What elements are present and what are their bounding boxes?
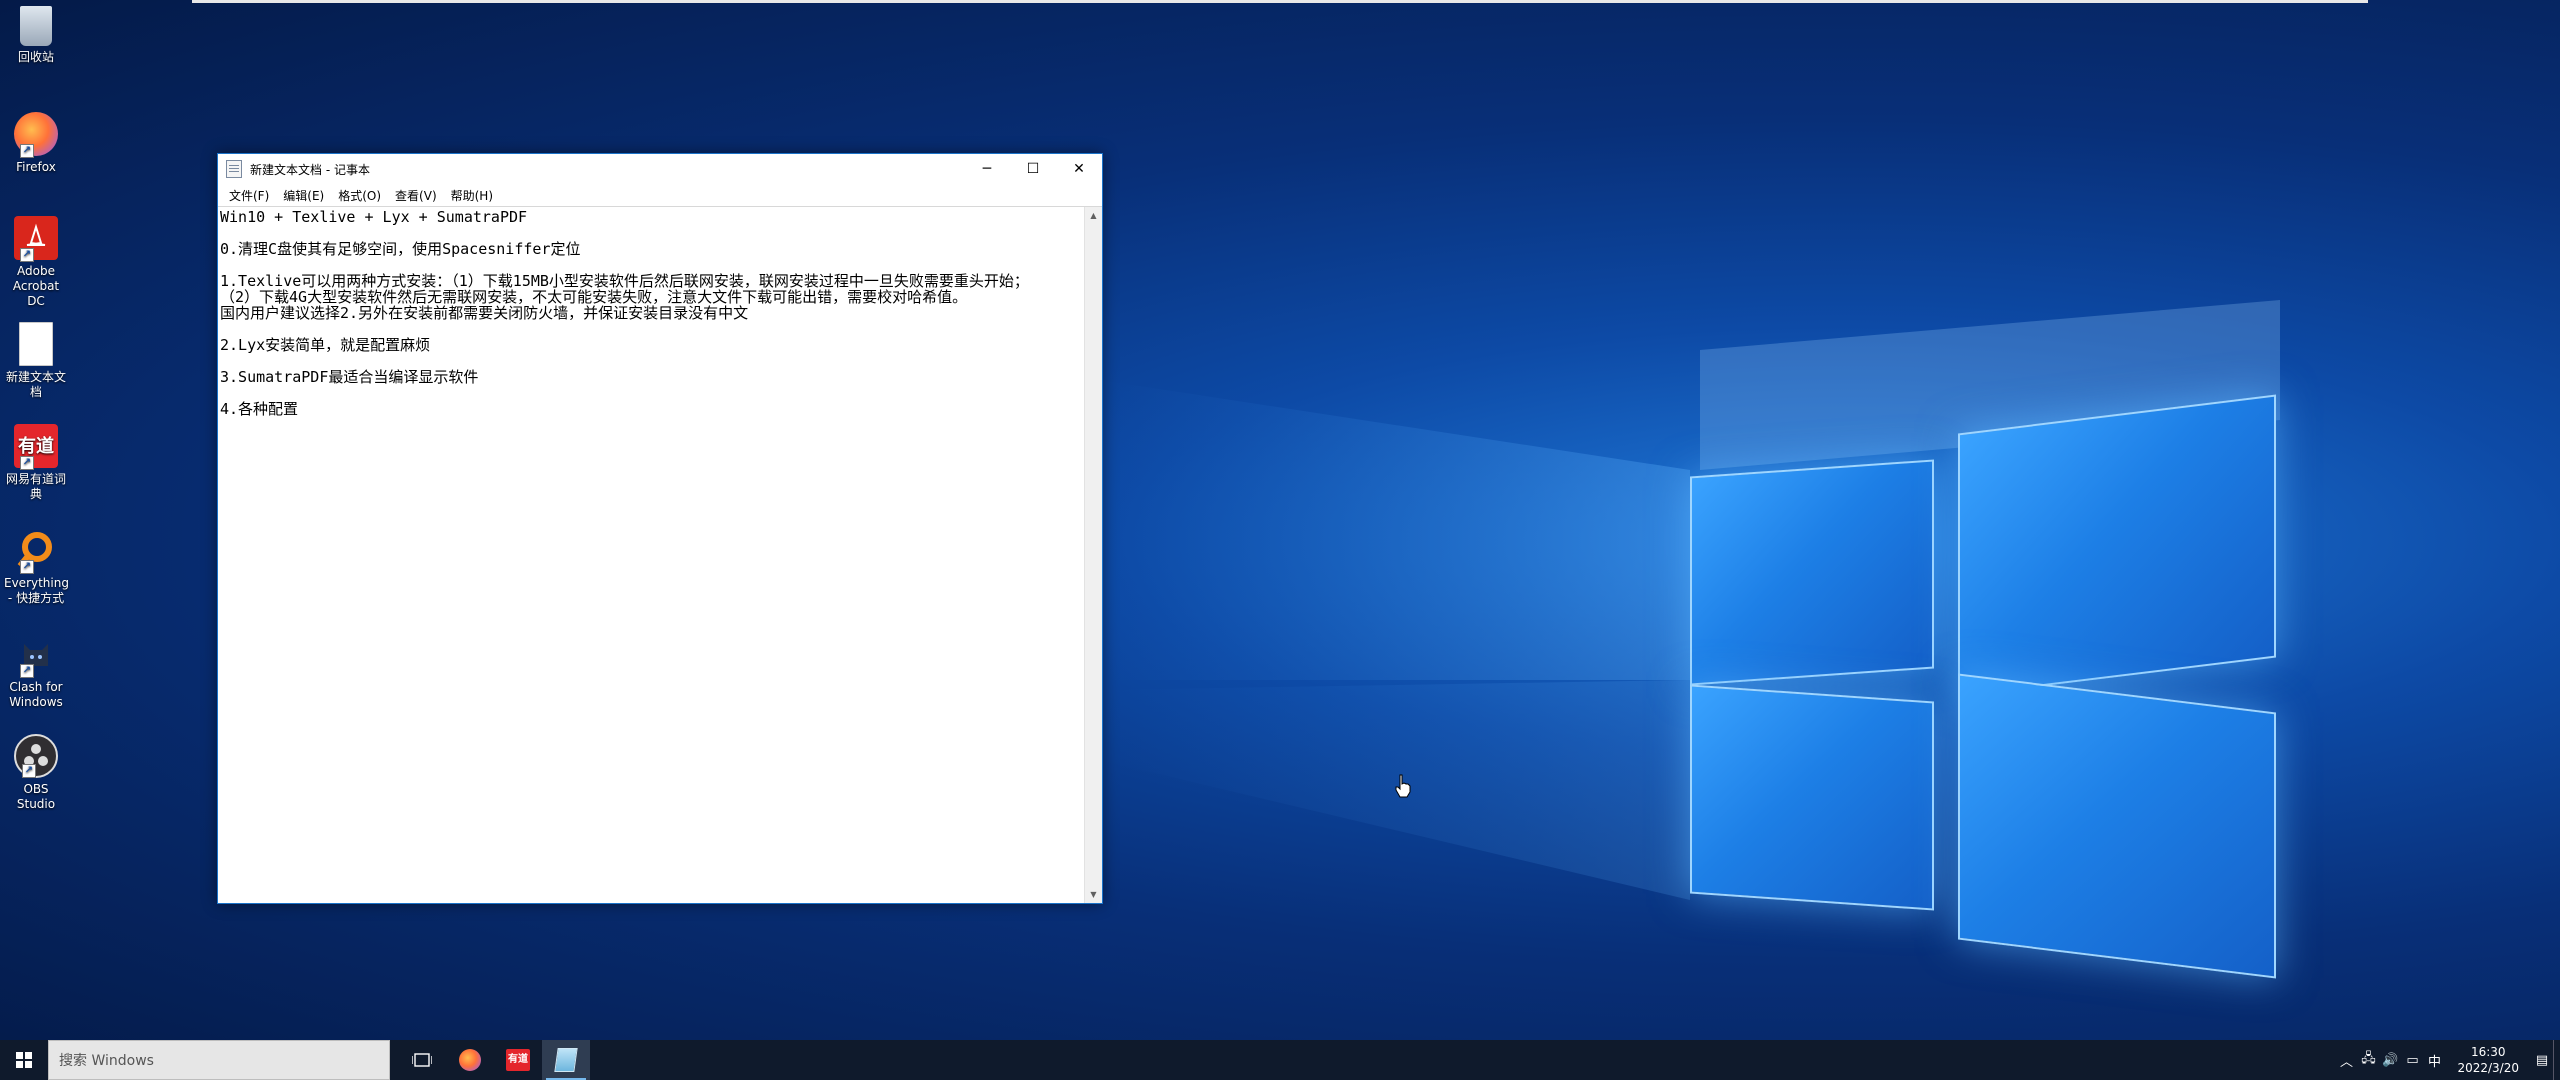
windows-start-icon bbox=[16, 1052, 32, 1068]
taskbar-search-box[interactable]: 搜索 Windows bbox=[48, 1040, 390, 1080]
start-button[interactable] bbox=[0, 1040, 48, 1080]
text-line bbox=[220, 353, 1084, 369]
text-line bbox=[220, 225, 1084, 241]
menu-view[interactable]: 查看(V) bbox=[388, 187, 444, 204]
desktop-icon-recycle-bin[interactable]: 回收站 bbox=[4, 6, 68, 65]
clock-date: 2022/3/20 bbox=[2457, 1061, 2519, 1075]
text-line: （2）下载4G大型安装软件然后无需联网安装，不太可能安装失败，注意大文件下载可能… bbox=[220, 288, 968, 306]
chevron-up-icon[interactable]: ︿ bbox=[2335, 1051, 2357, 1070]
notepad-window[interactable]: 新建文本文档 - 记事本 ─ ☐ ✕ 文件(F) 编辑(E) 格式(O) 查看(… bbox=[217, 153, 1103, 904]
notification-message-icon[interactable]: ▭ bbox=[2401, 1053, 2423, 1068]
network-icon[interactable]: 🖧 bbox=[2357, 1049, 2379, 1071]
desktop-icon-label: OBS Studio bbox=[16, 782, 56, 811]
close-icon: ✕ bbox=[1073, 161, 1085, 177]
system-tray: ︿ 🖧 🔊 ▭ 中 16:30 2022/3/20 ▤ bbox=[2335, 1040, 2560, 1080]
desktop-icon-label: 网易有道词典 bbox=[5, 472, 66, 501]
hand-cursor-icon bbox=[1395, 774, 1411, 798]
text-file-icon bbox=[19, 322, 53, 366]
desktop-icon-label: Adobe Acrobat DC bbox=[12, 264, 60, 308]
text-line: 国内用户建议选择2.另外在安装前都需要关闭防火墙，并保证安装目录没有中文 bbox=[220, 304, 749, 322]
menu-format[interactable]: 格式(O) bbox=[331, 187, 388, 204]
text-line bbox=[220, 321, 1084, 337]
youdao-icon: 有道 bbox=[506, 1049, 530, 1071]
windows-logo-pane bbox=[1690, 684, 1934, 911]
text-line: 4.各种配置 bbox=[220, 400, 299, 418]
youdao-badge-text: 有道 bbox=[508, 1054, 528, 1065]
text-line: Win10 + Texlive + Lyx + SumatraPDF bbox=[220, 209, 528, 226]
firefox-icon bbox=[459, 1049, 481, 1071]
windows-logo-pane bbox=[1690, 459, 1934, 686]
scroll-down-icon[interactable]: ▼ bbox=[1085, 886, 1102, 903]
top-edge-bar bbox=[192, 0, 2368, 3]
notepad-menu-bar: 文件(F) 编辑(E) 格式(O) 查看(V) 帮助(H) bbox=[218, 184, 1102, 206]
desktop-icon-acrobat[interactable]: ↗ Adobe Acrobat DC bbox=[4, 216, 68, 309]
notepad-text[interactable]: Win10 + Texlive + Lyx + SumatraPDF 0.清理C… bbox=[220, 209, 1084, 903]
menu-file[interactable]: 文件(F) bbox=[222, 187, 276, 204]
desktop-icon-everything[interactable]: ↗ Everything - 快捷方式 bbox=[4, 528, 69, 606]
desktop-icon-label: 回收站 bbox=[17, 50, 54, 64]
notepad-title-bar[interactable]: 新建文本文档 - 记事本 ─ ☐ ✕ bbox=[218, 154, 1102, 184]
windows-logo-pane bbox=[1958, 673, 2276, 979]
text-line: 0.清理C盘使其有足够空间，使用Spacesniffer定位 bbox=[220, 240, 581, 258]
text-line: 3.SumatraPDF最适合当编译显示软件 bbox=[220, 368, 479, 386]
menu-edit[interactable]: 编辑(E) bbox=[276, 187, 331, 204]
acrobat-icon: ↗ bbox=[14, 216, 58, 262]
action-center-icon[interactable]: ▤ bbox=[2531, 1053, 2553, 1068]
youdao-badge-text: 有道 bbox=[18, 435, 54, 457]
desktop-icon-label: Clash for Windows bbox=[9, 680, 63, 709]
menu-help[interactable]: 帮助(H) bbox=[444, 187, 500, 204]
minimize-button[interactable]: ─ bbox=[964, 154, 1010, 184]
taskbar: 搜索 Windows 有道 ︿ 🖧 🔊 ▭ 中 16:30 2022/3/20 … bbox=[0, 1040, 2560, 1080]
task-view-icon bbox=[412, 1053, 432, 1067]
task-view-button[interactable] bbox=[398, 1040, 446, 1080]
text-line bbox=[220, 257, 1084, 273]
desktop-icon-clash[interactable]: ↗ Clash for Windows bbox=[4, 632, 68, 710]
vertical-scrollbar[interactable]: ▲ ▼ bbox=[1084, 207, 1102, 903]
desktop-icon-obs[interactable]: ↗ OBS Studio bbox=[4, 734, 68, 812]
ime-indicator[interactable]: 中 bbox=[2423, 1051, 2445, 1070]
taskbar-clock[interactable]: 16:30 2022/3/20 bbox=[2445, 1044, 2531, 1076]
maximize-button[interactable]: ☐ bbox=[1010, 154, 1056, 184]
notepad-title: 新建文本文档 - 记事本 bbox=[250, 162, 370, 177]
desktop-icon-label: Everything - 快捷方式 bbox=[4, 576, 69, 605]
desktop-icon-youdao[interactable]: 有道 ↗ 网易有道词典 bbox=[4, 424, 68, 502]
maximize-icon: ☐ bbox=[1026, 161, 1040, 177]
show-desktop-button[interactable] bbox=[2553, 1040, 2560, 1080]
notepad-icon bbox=[554, 1048, 578, 1072]
text-line: 2.Lyx安装简单，就是配置麻烦 bbox=[220, 336, 431, 354]
taskbar-youdao[interactable]: 有道 bbox=[494, 1040, 542, 1080]
windows-logo-pane bbox=[1958, 394, 2276, 697]
scroll-up-icon[interactable]: ▲ bbox=[1085, 207, 1102, 224]
close-button[interactable]: ✕ bbox=[1056, 154, 1102, 184]
recycle-bin-icon bbox=[20, 6, 52, 46]
notepad-icon bbox=[226, 160, 242, 178]
volume-icon[interactable]: 🔊 bbox=[2379, 1053, 2401, 1068]
desktop-icon-label: Firefox bbox=[16, 160, 56, 174]
desktop-icon-label: 新建文本文档 bbox=[5, 370, 66, 399]
taskbar-firefox[interactable] bbox=[446, 1040, 494, 1080]
search-placeholder: 搜索 Windows bbox=[59, 1053, 154, 1069]
taskbar-notepad[interactable] bbox=[542, 1040, 590, 1080]
obs-icon: ↗ bbox=[14, 734, 58, 778]
notepad-text-area[interactable]: Win10 + Texlive + Lyx + SumatraPDF 0.清理C… bbox=[218, 206, 1102, 903]
text-line: 1.Texlive可以用两种方式安装：（1）下载15MB小型安装软件后然后联网安… bbox=[220, 272, 1029, 290]
clash-icon: ↗ bbox=[14, 632, 58, 678]
firefox-icon: ↗ bbox=[14, 112, 58, 158]
everything-icon: ↗ bbox=[14, 528, 58, 574]
text-line bbox=[220, 385, 1084, 401]
clock-time: 16:30 bbox=[2470, 1045, 2506, 1059]
minimize-icon: ─ bbox=[982, 161, 992, 177]
desktop-icon-firefox[interactable]: ↗ Firefox bbox=[4, 112, 68, 175]
youdao-icon: 有道 ↗ bbox=[14, 424, 58, 470]
desktop-icon-text-file[interactable]: 新建文本文档 bbox=[4, 322, 68, 400]
